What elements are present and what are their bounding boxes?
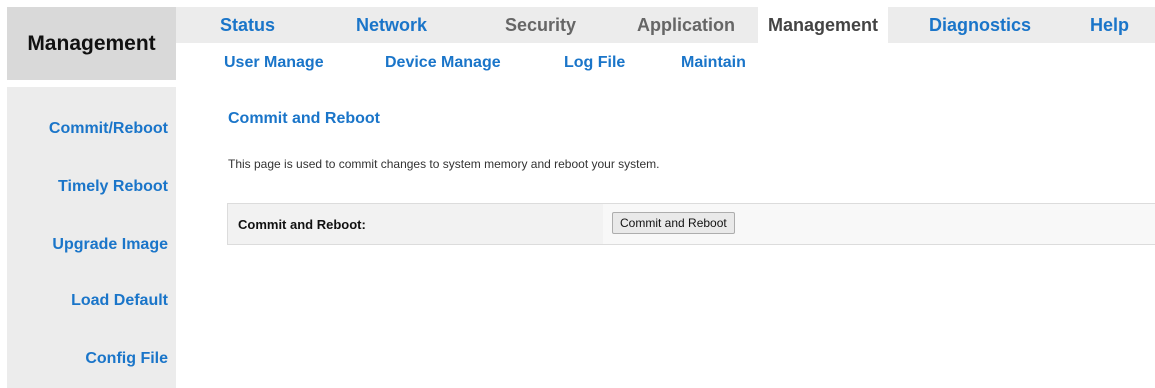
page-title: Commit and Reboot (228, 110, 380, 127)
sidebar: Commit/Reboot Timely Reboot Upgrade Imag… (7, 87, 176, 388)
section-title-brand: Management (7, 7, 176, 80)
sidebar-item-commit-reboot[interactable]: Commit/Reboot (49, 120, 168, 138)
tab-network[interactable]: Network (356, 7, 427, 43)
tab-help[interactable]: Help (1090, 7, 1129, 43)
subtab-device-manage[interactable]: Device Manage (385, 43, 501, 80)
subtab-maintain[interactable]: Maintain (681, 43, 746, 80)
tab-security[interactable]: Security (505, 7, 576, 43)
commit-reboot-label: Commit and Reboot: (238, 217, 366, 232)
subtab-user-manage[interactable]: User Manage (224, 43, 324, 80)
subtab-log-file[interactable]: Log File (564, 43, 625, 80)
sidebar-item-upgrade-image[interactable]: Upgrade Image (52, 236, 168, 254)
page-description: This page is used to commit changes to s… (228, 157, 660, 171)
tab-application[interactable]: Application (637, 7, 735, 43)
top-navigation: Status Network Security Application Mana… (176, 7, 1155, 43)
sub-navigation: User Manage Device Manage Log File Maint… (176, 43, 1155, 80)
sidebar-item-config-file[interactable]: Config File (85, 350, 168, 368)
tab-management[interactable]: Management (758, 7, 889, 43)
commit-reboot-form: Commit and Reboot: Commit and Reboot (227, 203, 1155, 245)
commit-reboot-cell: Commit and Reboot (603, 204, 1155, 244)
tab-diagnostics[interactable]: Diagnostics (929, 7, 1031, 43)
sidebar-item-timely-reboot[interactable]: Timely Reboot (58, 178, 168, 196)
commit-and-reboot-button[interactable]: Commit and Reboot (612, 212, 735, 234)
tab-status[interactable]: Status (220, 7, 275, 43)
content-header: Commit and Reboot (228, 110, 380, 128)
sidebar-item-load-default[interactable]: Load Default (71, 292, 168, 310)
